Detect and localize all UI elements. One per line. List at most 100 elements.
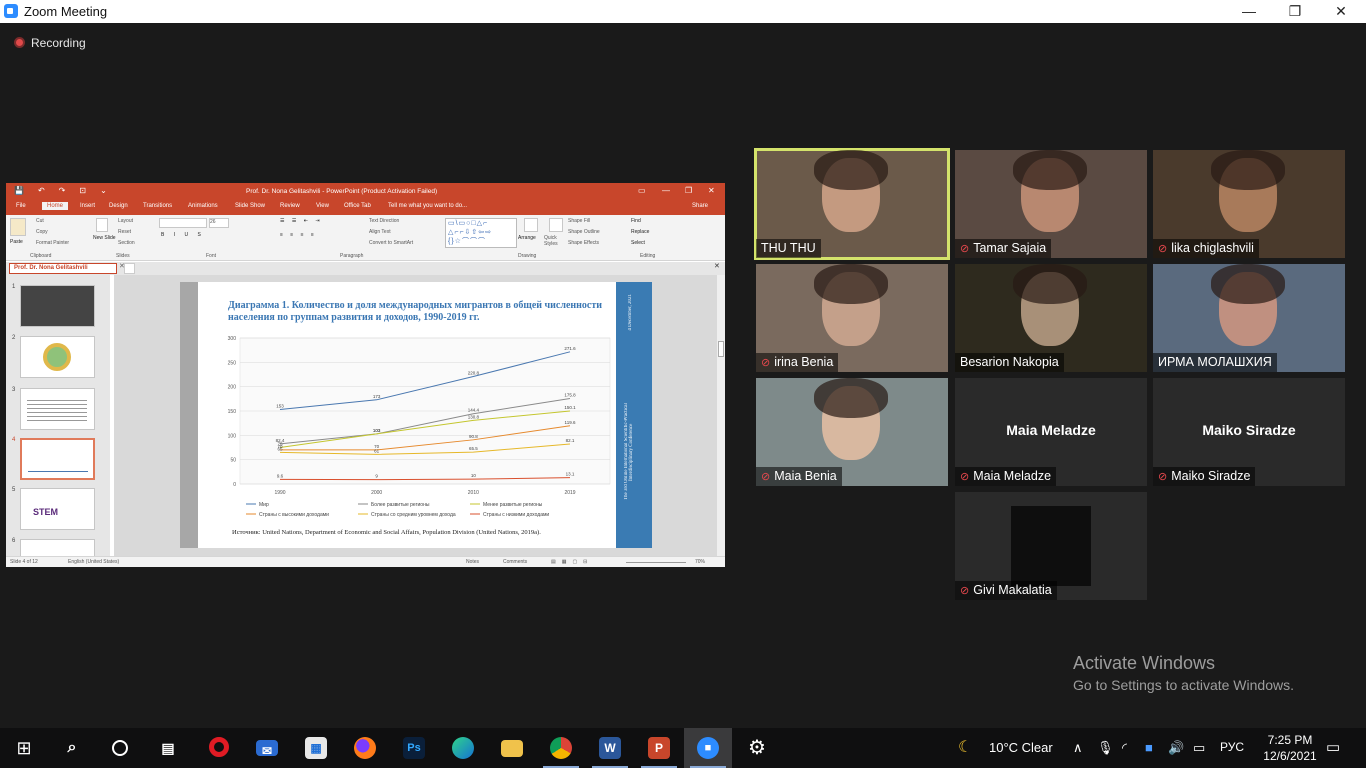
clock[interactable]: 7:25 PM 12/6/2021 (1258, 732, 1322, 764)
tab-insert[interactable]: Insert (80, 203, 95, 209)
current-slide[interactable]: Диаграмма 1. Количество и доля междунаро… (180, 282, 652, 548)
select-button[interactable]: Select (631, 240, 645, 246)
tab-slide-show[interactable]: Slide Show (235, 203, 265, 209)
tab-view[interactable]: View (316, 203, 329, 209)
new-slide-icon[interactable] (96, 218, 108, 232)
slide-thumbnail[interactable]: STEM (20, 488, 95, 530)
section-button[interactable]: Section (118, 240, 135, 246)
wifi-icon[interactable]: ◜ (1122, 740, 1127, 756)
tab-animations[interactable]: Animations (188, 203, 218, 209)
shape-effects-button[interactable]: Shape Effects (568, 240, 599, 246)
taskbar-zoom[interactable]: ■ (684, 728, 732, 768)
participant-tile[interactable]: Maia Meladze ⊘ Maia Meladze (955, 378, 1147, 486)
tab-design[interactable]: Design (109, 203, 128, 209)
shape-fill-button[interactable]: Shape Fill (568, 218, 590, 224)
minimize-button[interactable]: — (1226, 0, 1272, 23)
recording-indicator[interactable]: Recording (14, 36, 86, 50)
close-button[interactable]: ✕ (1318, 0, 1364, 23)
taskbar-chrome[interactable] (537, 728, 585, 768)
paste-icon[interactable] (10, 218, 26, 236)
ppt-restore-icon[interactable]: ❐ (685, 186, 692, 195)
volume-icon[interactable]: 🔊 (1168, 740, 1184, 756)
list-buttons[interactable]: ☰ ☰ ⇤ ⇥ (280, 218, 323, 224)
taskbar-edge[interactable] (439, 728, 487, 768)
align-text-button[interactable]: Align Text (369, 229, 391, 235)
align-buttons[interactable]: ≡ ≡ ≡ ≡ (280, 232, 317, 238)
participant-tile[interactable]: ИРМА МОЛАШХИЯ (1153, 264, 1345, 372)
shape-outline-button[interactable]: Shape Outline (568, 229, 600, 235)
participant-tile[interactable]: ⊘ irina Benia (756, 264, 948, 372)
scrollbar-thumb[interactable] (718, 341, 724, 357)
paste-button[interactable]: Paste (10, 239, 23, 245)
search-button[interactable]: ⌕ (48, 728, 96, 768)
participant-tile[interactable]: ⊘ Givi Makalatia (955, 492, 1147, 600)
find-button[interactable]: Find (631, 218, 641, 224)
cut-button[interactable]: Cut (36, 218, 44, 224)
tab-transitions[interactable]: Transitions (143, 203, 172, 209)
slide-thumbnail[interactable] (20, 336, 95, 378)
ppt-ribbon-display-icon[interactable]: ▭ (638, 186, 646, 195)
tab-office-tab[interactable]: Office Tab (344, 203, 371, 209)
taskbar-firefox[interactable] (341, 728, 389, 768)
slide-thumbnail[interactable] (20, 285, 95, 327)
reset-button[interactable]: Reset (118, 229, 131, 235)
input-language[interactable]: РУС (1220, 740, 1244, 754)
restore-button[interactable]: ❐ (1272, 0, 1318, 23)
font-format-buttons[interactable]: B I U S (161, 232, 205, 238)
weather-text[interactable]: 10°C Clear (989, 740, 1053, 755)
quick-access-toolbar[interactable]: 💾↶↷⊡⌄ (14, 186, 121, 195)
quick-styles-icon[interactable] (549, 218, 563, 232)
taskbar-settings[interactable]: ⚙ (733, 728, 781, 768)
start-button[interactable]: ⊞ (0, 728, 48, 768)
notes-button[interactable]: Notes (466, 559, 479, 565)
document-tab[interactable]: Prof. Dr. Nona Gelitashvili (9, 263, 117, 274)
microphone-icon[interactable]: 🎙 (1097, 740, 1114, 756)
participant-tile[interactable]: ⊘ Tamar Sajaia (955, 150, 1147, 258)
battery-icon[interactable]: ▭ (1193, 740, 1205, 756)
tab-file[interactable]: File (16, 203, 26, 209)
taskbar-store[interactable]: ▦ (292, 728, 340, 768)
text-direction-button[interactable]: Text Direction (369, 218, 399, 224)
task-view-button[interactable]: ▤ (144, 728, 192, 768)
arrange-button[interactable]: Arrange (518, 235, 536, 241)
participant-tile[interactable]: ⊘ Maia Benia (756, 378, 948, 486)
font-name-box[interactable] (159, 218, 207, 228)
taskbar-file-explorer[interactable] (488, 728, 536, 768)
participant-tile[interactable]: THU THU (754, 148, 950, 260)
show-hidden-icons-chevron-icon[interactable]: ∧ (1073, 740, 1083, 756)
new-tab-button[interactable] (124, 263, 135, 274)
language-indicator[interactable]: English (United States) (68, 559, 119, 565)
taskbar-photoshop[interactable]: Ps (390, 728, 438, 768)
view-buttons[interactable]: ▤▦▢⊟ (551, 559, 593, 565)
zoom-level[interactable]: 70% (695, 559, 705, 565)
taskbar-mail[interactable]: ✉ (243, 728, 291, 768)
slide-thumbnail-selected[interactable] (20, 438, 95, 480)
copy-button[interactable]: Copy (36, 229, 48, 235)
taskbar-opera[interactable] (195, 728, 243, 768)
convert-smartart-button[interactable]: Convert to SmartArt (369, 240, 413, 246)
new-slide-button[interactable]: New Slide (93, 235, 116, 241)
arrange-icon[interactable] (524, 218, 538, 232)
format-painter-button[interactable]: Format Painter (36, 240, 69, 246)
font-size-box[interactable]: 26 (209, 218, 229, 228)
participant-tile[interactable]: Maiko Siradze ⊘ Maiko Siradze (1153, 378, 1345, 486)
doc-close-icon[interactable]: ✕ (714, 262, 720, 270)
quick-styles-button[interactable]: Quick Styles (544, 235, 566, 247)
participant-tile[interactable]: Besarion Nakopia (955, 264, 1147, 372)
cortana-button[interactable] (96, 728, 144, 768)
zoom-tray-icon[interactable]: ■ (1145, 740, 1153, 755)
share-button[interactable]: Share (692, 203, 708, 209)
layout-button[interactable]: Layout (118, 218, 133, 224)
taskbar-powerpoint[interactable]: P (635, 728, 683, 768)
taskbar-word[interactable]: W (586, 728, 634, 768)
notifications-icon[interactable]: ▭ (1326, 738, 1340, 756)
weather-moon-icon[interactable]: ☾ (958, 737, 972, 757)
slide-thumbnail[interactable] (20, 388, 95, 430)
tab-home[interactable]: Home (42, 202, 69, 210)
participant-tile[interactable]: ⊘ lika chiglashvili (1153, 150, 1345, 258)
replace-button[interactable]: Replace (631, 229, 649, 235)
ppt-minimize-icon[interactable]: — (662, 186, 670, 195)
ppt-close-icon[interactable]: ✕ (708, 186, 715, 195)
tell-me-box[interactable]: Tell me what you want to do... (388, 203, 467, 209)
shapes-gallery[interactable]: ▭\▭○□△⌐ △⌐⌐⇩⇧⇦⇨ {}☆⌒⌒⌒ (445, 218, 517, 248)
